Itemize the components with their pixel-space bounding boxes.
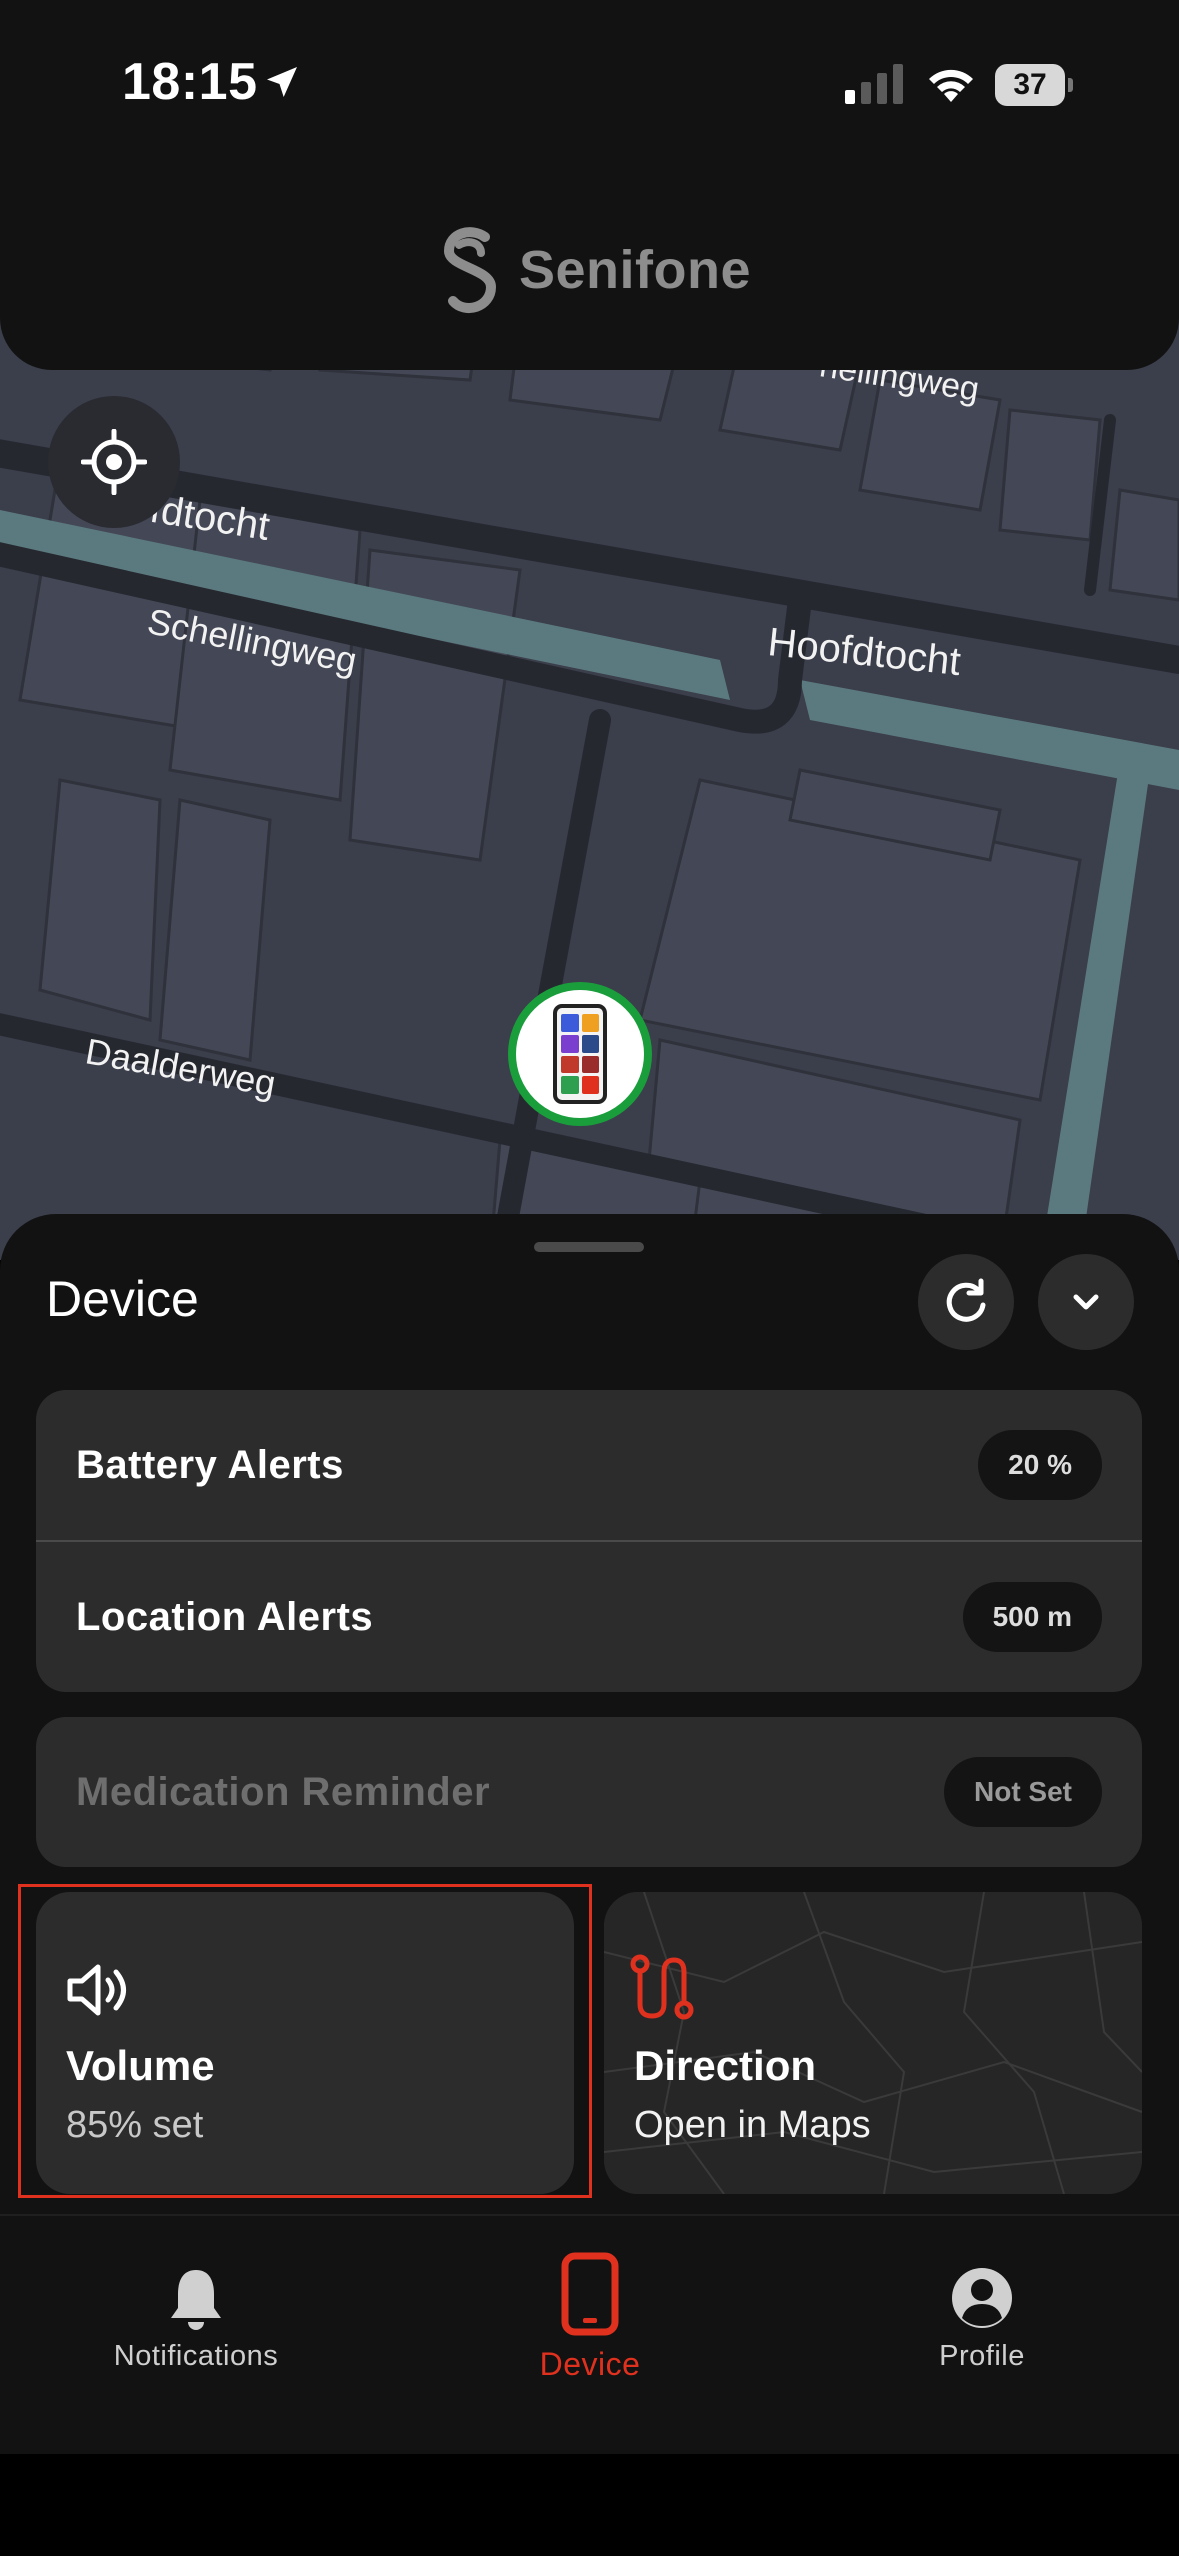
tab-device-label: Device xyxy=(539,2346,641,2382)
crosshair-icon xyxy=(81,429,147,495)
selection-highlight xyxy=(18,1884,592,2198)
medication-reminder-label: Medication Reminder xyxy=(76,1769,491,1814)
refresh-icon xyxy=(946,1278,986,1322)
refresh-button[interactable] xyxy=(918,1254,1014,1350)
location-alerts-row[interactable]: Location Alerts 500 m xyxy=(36,1542,1142,1692)
chevron-down-icon xyxy=(1073,1294,1099,1310)
tab-bar: Notifications Device Profile xyxy=(0,2214,1179,2456)
direction-tile[interactable]: Direction Open in Maps xyxy=(604,1892,1142,2194)
bell-icon xyxy=(171,2270,221,2330)
wifi-icon xyxy=(929,69,973,102)
battery-level: 37 xyxy=(1013,68,1047,101)
phone-icon xyxy=(561,2252,619,2336)
location-alerts-value: 500 m xyxy=(962,1582,1102,1652)
device-location-marker[interactable] xyxy=(508,982,652,1126)
alerts-card: Battery Alerts 20 % Location Alerts 500 … xyxy=(36,1390,1142,1692)
brand-name: Senifone xyxy=(519,240,752,300)
battery-alerts-label: Battery Alerts xyxy=(76,1442,344,1487)
tab-notifications-label: Notifications xyxy=(113,2340,279,2372)
tab-notifications[interactable]: Notifications xyxy=(66,2266,326,2466)
user-icon xyxy=(952,2268,1012,2328)
battery-alerts-row[interactable]: Battery Alerts 20 % xyxy=(36,1390,1142,1540)
battery-alerts-value: 20 % xyxy=(978,1430,1102,1500)
medication-reminder-value: Not Set xyxy=(944,1757,1102,1827)
tab-profile[interactable]: Profile xyxy=(852,2266,1112,2466)
location-arrow-icon xyxy=(267,67,297,97)
brand-logo: Senifone xyxy=(435,225,751,315)
sheet-grabber[interactable] xyxy=(534,1242,644,1252)
sheet-title: Device xyxy=(46,1271,199,1327)
tab-device[interactable]: Device xyxy=(460,2252,720,2452)
collapse-button[interactable] xyxy=(1038,1254,1134,1350)
tab-profile-label: Profile xyxy=(939,2340,1025,2372)
home-indicator-area xyxy=(0,2454,1179,2556)
app-header: 18:15 37 Senifone xyxy=(0,0,1179,370)
route-icon xyxy=(630,1954,694,2020)
direction-subtitle: Open in Maps xyxy=(634,2104,871,2146)
status-time: 18:15 xyxy=(122,53,258,111)
senifone-logo-icon xyxy=(443,227,497,314)
recenter-button[interactable] xyxy=(48,396,180,528)
cellular-signal-icon xyxy=(845,64,903,104)
battery-icon: 37 xyxy=(995,64,1073,106)
medication-reminder-card[interactable]: Medication Reminder Not Set xyxy=(36,1717,1142,1867)
direction-title: Direction xyxy=(634,2042,817,2089)
location-alerts-label: Location Alerts xyxy=(76,1594,374,1639)
phone-icon xyxy=(553,1004,607,1104)
